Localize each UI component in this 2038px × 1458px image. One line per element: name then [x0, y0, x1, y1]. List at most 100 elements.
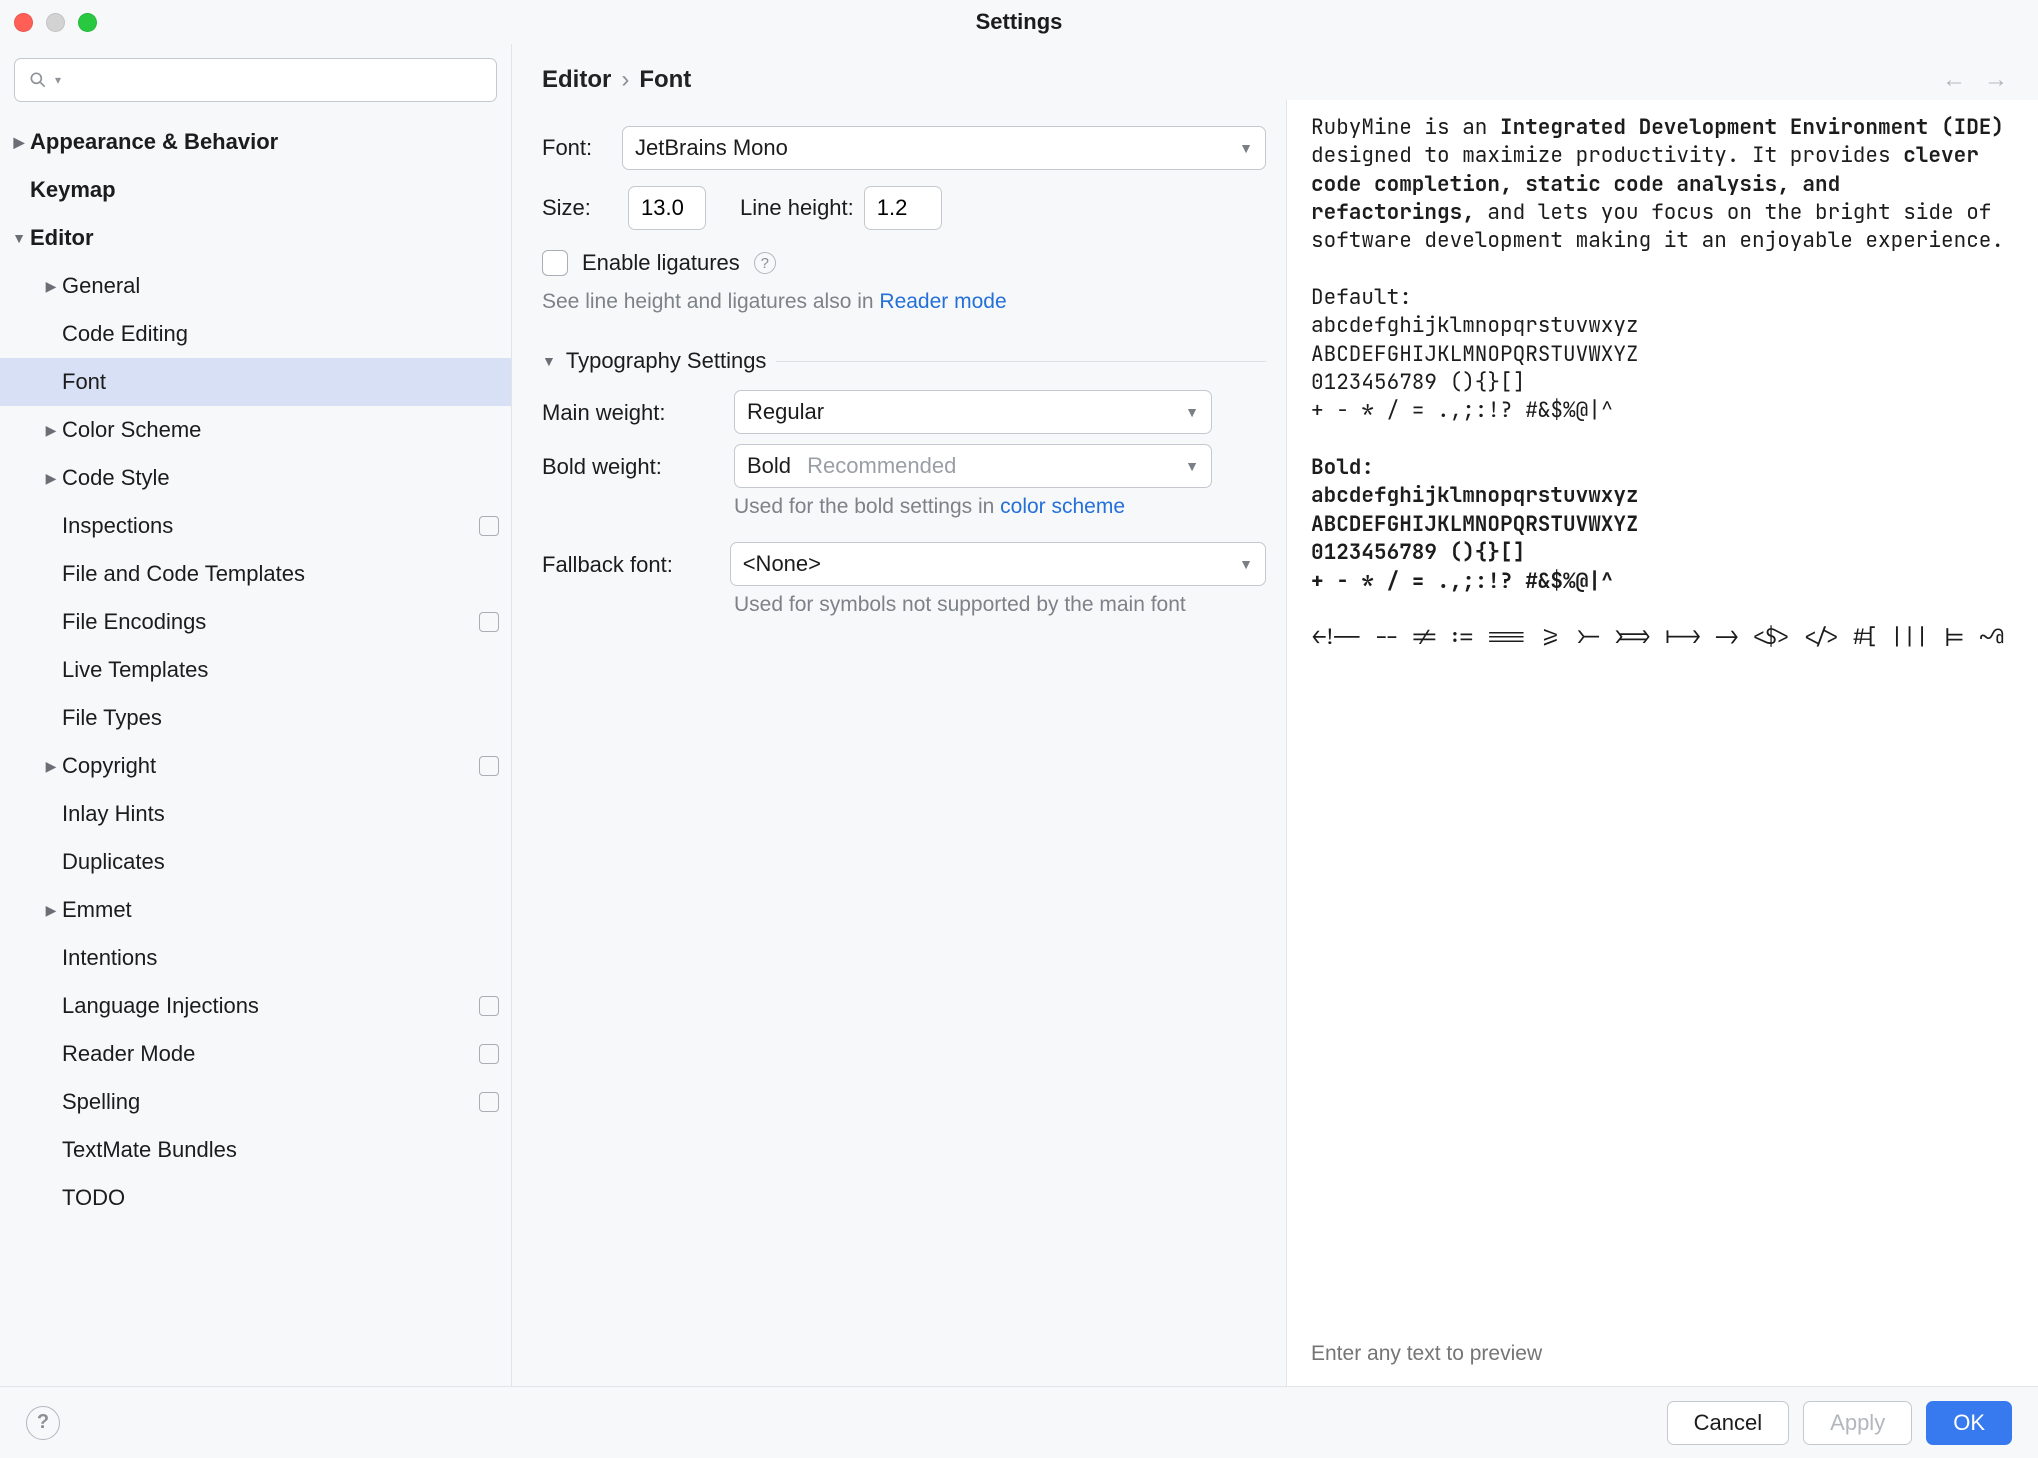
- fallback-font-value: <None>: [743, 551, 821, 577]
- scope-badge-icon: [479, 516, 499, 536]
- reader-mode-link[interactable]: Reader mode: [879, 290, 1006, 313]
- tree-item-intentions[interactable]: Intentions: [0, 934, 511, 982]
- fallback-font-select[interactable]: <None> ▼: [730, 542, 1266, 586]
- tree-item-file-encodings[interactable]: File Encodings: [0, 598, 511, 646]
- sidebar: ▾ ▶Appearance & Behavior Keymap ▼Editor▶Ge…: [0, 44, 512, 1386]
- tree-item-editor[interactable]: ▼Editor: [0, 214, 511, 262]
- font-preview: RubyMine is an Integrated Development En…: [1287, 100, 2038, 1342]
- main-panel: Editor › Font ← → Font: JetBrains Mono ▼: [512, 44, 2038, 1386]
- tree-item-language-injections[interactable]: Language Injections: [0, 982, 511, 1030]
- tree-item-live-templates[interactable]: Live Templates: [0, 646, 511, 694]
- line-height-field[interactable]: [877, 195, 929, 221]
- settings-window: Settings ▾ ▶Appearance & Behavior Keymap ▼…: [0, 0, 2038, 1458]
- tree-item-todo[interactable]: TODO: [0, 1174, 511, 1222]
- tree-item-emmet[interactable]: ▶Emmet: [0, 886, 511, 934]
- help-icon[interactable]: ?: [754, 252, 776, 274]
- tree-item-label: Inlay Hints: [62, 801, 499, 827]
- apply-button[interactable]: Apply: [1803, 1401, 1912, 1445]
- color-scheme-link[interactable]: color scheme: [1000, 495, 1125, 518]
- chevron-down-icon: ▼: [8, 230, 30, 246]
- enable-ligatures-label: Enable ligatures: [582, 250, 740, 276]
- tree-item-keymap[interactable]: Keymap: [0, 166, 511, 214]
- tree-item-file-and-code-templates[interactable]: File and Code Templates: [0, 550, 511, 598]
- tree-item-color-scheme[interactable]: ▶Color Scheme: [0, 406, 511, 454]
- tree-item-label: Emmet: [62, 897, 499, 923]
- line-height-label: Line height:: [740, 195, 854, 221]
- tree-item-label: Live Templates: [62, 657, 499, 683]
- tree-item-label: Intentions: [62, 945, 499, 971]
- titlebar: Settings: [0, 0, 2038, 44]
- chevron-right-icon: ▶: [40, 422, 62, 439]
- main-weight-select[interactable]: Regular ▼: [734, 390, 1212, 434]
- enable-ligatures-checkbox[interactable]: [542, 250, 568, 276]
- tree-item-label: Reader Mode: [62, 1041, 479, 1067]
- nav-forward-icon[interactable]: →: [1984, 66, 2008, 94]
- help-button[interactable]: ?: [26, 1406, 60, 1440]
- tree-item-label: Language Injections: [62, 993, 479, 1019]
- search-icon: [27, 69, 49, 91]
- tree-item-label: File Types: [62, 705, 499, 731]
- bold-weight-label: Bold weight:: [542, 444, 734, 480]
- traffic-lights: [14, 13, 97, 32]
- breadcrumb-parent[interactable]: Editor: [542, 66, 611, 94]
- tree-item-label: Duplicates: [62, 849, 499, 875]
- tree-item-duplicates[interactable]: Duplicates: [0, 838, 511, 886]
- tree-item-spelling[interactable]: Spelling: [0, 1078, 511, 1126]
- tree-item-code-style[interactable]: ▶Code Style: [0, 454, 511, 502]
- tree-item-label: Code Style: [62, 465, 499, 491]
- tree-item-label: TODO: [62, 1185, 499, 1211]
- main-weight-label: Main weight:: [542, 390, 734, 426]
- size-input[interactable]: [628, 186, 706, 230]
- nav-back-icon[interactable]: ←: [1942, 66, 1966, 94]
- tree-item-font[interactable]: Font: [0, 358, 511, 406]
- scope-badge-icon: [479, 756, 499, 776]
- tree-item-reader-mode[interactable]: Reader Mode: [0, 1030, 511, 1078]
- tree-item-code-editing[interactable]: Code Editing: [0, 310, 511, 358]
- reader-mode-hint: See line height and ligatures also in Re…: [542, 290, 1266, 314]
- bold-weight-value: Bold: [747, 453, 791, 478]
- size-label: Size:: [542, 195, 622, 221]
- bold-weight-recommended: Recommended: [807, 453, 956, 478]
- search-field[interactable]: [61, 69, 484, 92]
- cancel-button[interactable]: Cancel: [1667, 1401, 1789, 1445]
- preview-panel: RubyMine is an Integrated Development En…: [1286, 100, 2038, 1386]
- chevron-right-icon: ▶: [40, 470, 62, 487]
- scope-badge-icon: [479, 996, 499, 1016]
- typography-settings-header[interactable]: ▼ Typography Settings: [542, 348, 1266, 374]
- font-settings-form: Font: JetBrains Mono ▼ Size: Line height…: [512, 100, 1286, 1386]
- tree-item-label: Color Scheme: [62, 417, 499, 443]
- minimize-window-button[interactable]: [46, 13, 65, 32]
- body: ▾ ▶Appearance & BehaviorKeymap▼Editor▶Ge…: [0, 44, 2038, 1386]
- line-height-input[interactable]: [864, 186, 942, 230]
- breadcrumb: Editor › Font ← →: [512, 44, 2038, 100]
- chevron-down-icon: ▼: [1239, 556, 1253, 572]
- font-select-value: JetBrains Mono: [635, 135, 788, 161]
- tree-item-textmate-bundles[interactable]: TextMate Bundles: [0, 1126, 511, 1174]
- font-select[interactable]: JetBrains Mono ▼: [622, 126, 1266, 170]
- fullscreen-window-button[interactable]: [78, 13, 97, 32]
- preview-text-input[interactable]: [1311, 1342, 2014, 1366]
- tree-item-label: Copyright: [62, 753, 479, 779]
- close-window-button[interactable]: [14, 13, 33, 32]
- bold-weight-select[interactable]: Bold Recommended ▼: [734, 444, 1212, 488]
- tree-item-general[interactable]: ▶General: [0, 262, 511, 310]
- window-title: Settings: [0, 9, 2038, 35]
- fallback-font-hint: Used for symbols not supported by the ma…: [734, 590, 1266, 620]
- tree-item-label: Spelling: [62, 1089, 479, 1115]
- tree-item-inlay-hints[interactable]: Inlay Hints: [0, 790, 511, 838]
- size-field[interactable]: [641, 195, 693, 221]
- chevron-right-icon: ▶: [40, 278, 62, 295]
- tree-item-label: Keymap: [30, 177, 499, 203]
- tree-item-label: Code Editing: [62, 321, 499, 347]
- search-input[interactable]: ▾: [14, 58, 497, 102]
- chevron-down-icon: ▼: [1185, 458, 1199, 474]
- tree-item-file-types[interactable]: File Types: [0, 694, 511, 742]
- tree-item-inspections[interactable]: Inspections: [0, 502, 511, 550]
- tree-item-copyright[interactable]: ▶Copyright: [0, 742, 511, 790]
- tree-item-appearance-behavior[interactable]: ▶Appearance & Behavior: [0, 118, 511, 166]
- ok-button[interactable]: OK: [1926, 1401, 2012, 1445]
- scope-badge-icon: [479, 1044, 499, 1064]
- main-weight-value: Regular: [747, 399, 824, 425]
- breadcrumb-nav: ← →: [1942, 66, 2008, 94]
- scope-badge-icon: [479, 612, 499, 632]
